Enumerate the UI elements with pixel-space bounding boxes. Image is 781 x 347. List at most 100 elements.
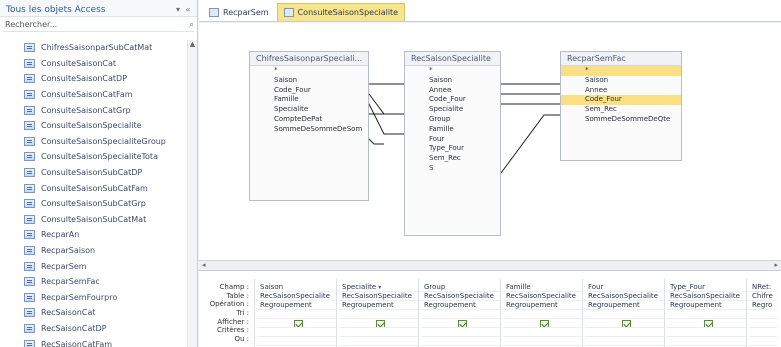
nav-item[interactable]: ConsulteSaisonSpecialite <box>0 117 197 134</box>
grid-sort-cell[interactable] <box>339 310 419 319</box>
grid-or-cell[interactable] <box>421 337 501 346</box>
grid-sort-cell[interactable] <box>585 310 665 319</box>
table-field[interactable]: Specialite <box>250 105 368 115</box>
dropdown-arrow-icon[interactable]: ▾ <box>378 284 381 291</box>
scroll-right-icon[interactable]: ▸ <box>774 261 778 269</box>
grid-column[interactable]: Specialite ▾ RecSaisonSpecialite Regroupeme… <box>339 283 419 346</box>
table-field[interactable]: CompteDePat <box>250 115 368 125</box>
grid-criteria-cell[interactable] <box>257 328 337 337</box>
table-title[interactable]: ChifresSaisonparSpeciali... <box>250 52 368 66</box>
grid-table-cell[interactable]: RecSaisonSpecialite <box>257 292 337 301</box>
grid-criteria-cell[interactable] <box>585 328 665 337</box>
nav-item[interactable]: RecSaisonCatDP <box>0 321 197 337</box>
show-checkbox[interactable] <box>458 320 467 327</box>
grid-field-cell[interactable]: Type_Four <box>667 283 747 292</box>
show-checkbox[interactable] <box>376 320 385 327</box>
grid-column[interactable]: Famille RecSaisonSpecialite Regroupement <box>503 283 583 346</box>
grid-operation-cell[interactable]: Regroupement <box>585 301 665 310</box>
scroll-left-icon[interactable]: ◂ <box>202 261 206 269</box>
nav-title[interactable]: Tous les objets Access <box>6 5 173 15</box>
table-field[interactable]: Group <box>405 115 500 125</box>
grid-show-cell[interactable] <box>421 319 501 328</box>
nav-scrollbar[interactable]: ▲ <box>187 40 197 347</box>
nav-item[interactable]: ConsulteSaisonSubCatMat <box>0 212 197 228</box>
grid-show-cell[interactable] <box>749 319 777 328</box>
grid-column[interactable]: Type_Four RecSaisonSpecialite Regroupement <box>667 283 747 346</box>
show-checkbox[interactable] <box>622 320 631 327</box>
grid-show-cell[interactable] <box>339 319 419 328</box>
grid-or-cell[interactable] <box>585 337 665 346</box>
nav-collapse-icon[interactable]: « <box>183 5 193 14</box>
nav-item[interactable]: RecparSaison <box>0 243 197 259</box>
grid-field-cell[interactable]: Four <box>585 283 665 292</box>
table-field[interactable]: Sem_Rec <box>405 154 500 164</box>
nav-item[interactable]: ConsulteSaisonSpecialiteTota <box>0 149 197 165</box>
grid-operation-cell[interactable]: Regroupement <box>667 301 747 310</box>
grid-operation-cell[interactable]: Regroupement <box>339 301 419 310</box>
grid-column[interactable]: Four RecSaisonSpecialite Regroupement <box>585 283 665 346</box>
nav-menu-chevron-icon[interactable]: ▾ <box>173 5 183 14</box>
table-field[interactable]: Code_Four <box>250 86 368 96</box>
canvas-horizontal-scrollbar[interactable]: ◂ ▸ <box>199 261 781 269</box>
table-field[interactable]: Code_Four <box>561 95 681 106</box>
grid-field-cell[interactable]: Famille <box>503 283 583 292</box>
table-field[interactable]: SommeDeSommeDeQte <box>561 115 681 125</box>
grid-sort-cell[interactable] <box>257 310 337 319</box>
show-checkbox[interactable] <box>294 320 303 327</box>
table-field[interactable]: S <box>405 164 500 174</box>
grid-operation-cell[interactable]: Regroupement <box>257 301 337 310</box>
show-checkbox[interactable] <box>540 320 549 327</box>
nav-item[interactable]: RecSaisonCatFam <box>0 336 197 347</box>
grid-table-cell[interactable]: RecSaisonSpecialite <box>585 292 665 301</box>
grid-operation-cell[interactable]: Regro <box>749 301 777 310</box>
tab-0[interactable]: RecparSem <box>203 3 275 21</box>
table-field[interactable]: * <box>405 66 500 76</box>
grid-sort-cell[interactable] <box>503 310 583 319</box>
table-field[interactable]: Type_Four <box>405 144 500 154</box>
grid-field-cell[interactable]: NRet: <box>749 283 777 292</box>
nav-search-input[interactable]: Rechercher... <box>3 20 189 29</box>
table-field[interactable]: SommeDeSommeDeSom <box>250 125 368 135</box>
show-checkbox[interactable] <box>704 320 713 327</box>
table-field[interactable]: Sem_Rec <box>561 105 681 115</box>
grid-table-cell[interactable]: RecSaisonSpecialite <box>421 292 501 301</box>
nav-item[interactable]: RecparSem <box>0 258 197 274</box>
table-field[interactable]: Four <box>405 135 500 145</box>
nav-item[interactable]: ConsulteSaisonSubCatGrp <box>0 196 197 212</box>
grid-sort-cell[interactable] <box>749 310 777 319</box>
table-field[interactable]: Saison <box>250 76 368 86</box>
grid-operation-cell[interactable]: Regroupement <box>421 301 501 310</box>
nav-item[interactable]: ConsulteSaisonSpecialiteGroup <box>0 134 197 150</box>
grid-criteria-cell[interactable] <box>339 328 419 337</box>
grid-table-cell[interactable]: RecSaisonSpecialite <box>339 292 419 301</box>
grid-or-cell[interactable] <box>257 337 337 346</box>
table-field[interactable]: Saison <box>405 76 500 86</box>
field-list-table[interactable]: ChifresSaisonparSpeciali... * Saison Code_F… <box>249 51 369 201</box>
grid-column[interactable]: NRet: Chifre Regro <box>749 283 777 346</box>
table-field[interactable]: * <box>250 66 368 76</box>
grid-criteria-cell[interactable] <box>421 328 501 337</box>
nav-item[interactable]: ConsulteSaisonSubCatDP <box>0 165 197 181</box>
nav-item[interactable]: RecparAn <box>0 227 197 243</box>
grid-show-cell[interactable] <box>585 319 665 328</box>
grid-field-cell[interactable]: Specialite ▾ <box>339 283 419 292</box>
table-field[interactable]: Specialite <box>405 105 500 115</box>
nav-search-box[interactable]: Rechercher... ⌕ <box>3 18 194 32</box>
grid-or-cell[interactable] <box>749 337 777 346</box>
grid-table-cell[interactable]: RecSaisonSpecialite <box>667 292 747 301</box>
nav-item[interactable]: ConsulteSaisonCatGrp <box>0 102 197 118</box>
grid-or-cell[interactable] <box>503 337 583 346</box>
table-field[interactable]: Saison <box>561 76 681 86</box>
grid-field-cell[interactable]: Saison <box>257 283 337 292</box>
grid-criteria-cell[interactable] <box>667 328 747 337</box>
table-title[interactable]: RecSaisonSpecialite <box>405 52 500 66</box>
grid-or-cell[interactable] <box>667 337 747 346</box>
search-icon[interactable]: ⌕ <box>189 20 194 30</box>
grid-sort-cell[interactable] <box>667 310 747 319</box>
grid-sort-cell[interactable] <box>421 310 501 319</box>
grid-column[interactable]: Saison RecSaisonSpecialite Regroupement <box>257 283 337 346</box>
table-field[interactable]: Famille <box>405 125 500 135</box>
grid-column[interactable]: Group RecSaisonSpecialite Regroupement <box>421 283 501 346</box>
nav-header[interactable]: Tous les objets Access ▾ « <box>0 0 197 17</box>
table-title[interactable]: RecparSemFac <box>561 52 681 66</box>
